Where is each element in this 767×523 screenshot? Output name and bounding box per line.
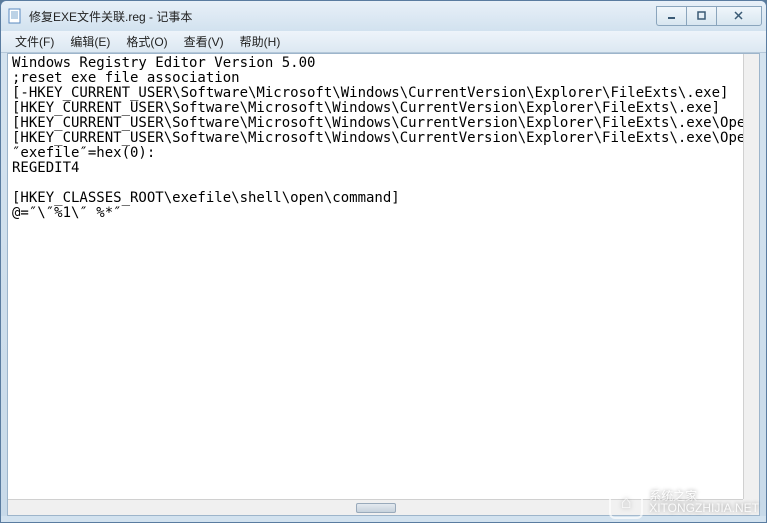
window-title: 修复EXE文件关联.reg - 记事本 (29, 8, 656, 25)
menu-file[interactable]: 文件(F) (7, 31, 62, 52)
notepad-window: 修复EXE文件关联.reg - 记事本 文件(F) 编辑(E) 格式(O) 查看… (0, 0, 767, 523)
close-button[interactable] (716, 6, 762, 26)
titlebar[interactable]: 修复EXE文件关联.reg - 记事本 (1, 1, 766, 31)
window-controls (656, 6, 762, 26)
menu-view[interactable]: 查看(V) (176, 31, 232, 52)
statusbar (1, 516, 766, 522)
vertical-scrollbar[interactable] (743, 54, 759, 499)
menubar: 文件(F) 编辑(E) 格式(O) 查看(V) 帮助(H) (1, 31, 766, 53)
horizontal-scrollbar[interactable] (8, 499, 743, 515)
menu-edit[interactable]: 编辑(E) (62, 31, 118, 52)
text-area[interactable]: Windows Registry Editor Version 5.00 ;re… (8, 54, 743, 499)
maximize-icon (697, 11, 707, 21)
menu-format[interactable]: 格式(O) (118, 31, 175, 52)
close-icon (734, 11, 744, 21)
minimize-button[interactable] (656, 6, 686, 26)
minimize-icon (667, 11, 677, 21)
menu-help[interactable]: 帮助(H) (232, 31, 289, 52)
client-area: Windows Registry Editor Version 5.00 ;re… (7, 53, 760, 516)
notepad-icon (7, 8, 23, 24)
scrollbar-corner (743, 499, 759, 515)
maximize-button[interactable] (686, 6, 716, 26)
horizontal-scrollbar-thumb[interactable] (356, 503, 396, 513)
